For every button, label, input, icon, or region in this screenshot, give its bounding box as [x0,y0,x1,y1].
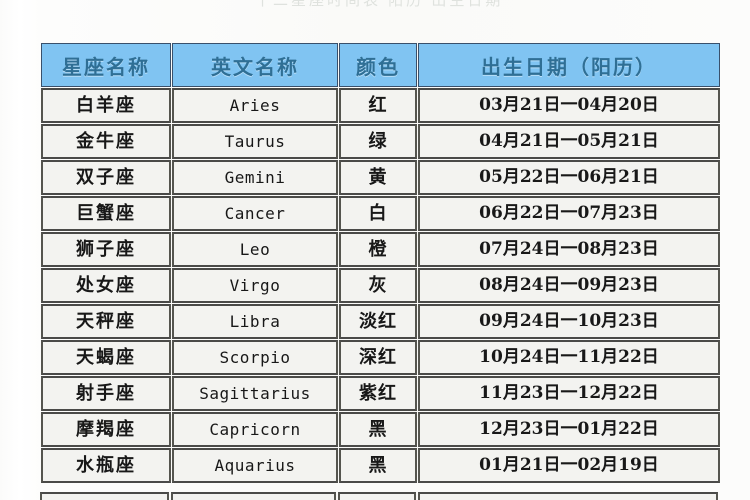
cell-date: 03月21日一04月20日 [418,88,720,123]
cell-color: 紫红 [339,376,417,411]
table-row: 金牛座 Taurus 绿 04月21日一05月21日 [41,124,720,159]
cell-en: Capricorn [172,412,338,447]
cell-color: 淡红 [339,304,417,339]
cell-color: 深红 [339,340,417,375]
page-root: 十二星座时间表 阳历 出生日期 星座名称 英文名称 颜色 出生日期（阳历） 白羊… [0,0,750,500]
header-row: 星座名称 英文名称 颜色 出生日期（阳历） [41,43,720,87]
cell-en: Aquarius [172,448,338,483]
top-cut-headline: 十二星座时间表 阳历 出生日期 [0,0,750,16]
cell-en: Taurus [172,124,338,159]
cell-color: 黑 [339,448,417,483]
table-body: 白羊座 Aries 红 03月21日一04月20日 金牛座 Taurus 绿 04月21日一0… [41,88,720,483]
column-header-name: 星座名称 [41,43,171,87]
cell-en: Cancer [172,196,338,231]
cell-date: 09月24日一10月23日 [418,304,720,339]
top-cut-headline-text: 十二星座时间表 阳历 出生日期 [255,0,504,9]
table-row: 处女座 Virgo 灰 08月24日一09月23日 [41,268,720,303]
clipped-cell-color [338,492,416,500]
cell-name: 天蝎座 [41,340,171,375]
cell-name: 水瓶座 [41,448,171,483]
table-row: 摩羯座 Capricorn 黑 12月23日一01月22日 [41,412,720,447]
column-header-date: 出生日期（阳历） [418,43,720,87]
cell-color: 橙 [339,232,417,267]
cell-name: 处女座 [41,268,171,303]
table-row: 巨蟹座 Cancer 白 06月22日一07月23日 [41,196,720,231]
cell-en: Sagittarius [172,376,338,411]
column-header-color: 颜色 [339,43,417,87]
cell-color: 灰 [339,268,417,303]
cell-date: 04月21日一05月21日 [418,124,720,159]
cell-color: 黄 [339,160,417,195]
cell-name: 金牛座 [41,124,171,159]
cell-date: 05月22日一06月21日 [418,160,720,195]
zodiac-table: 星座名称 英文名称 颜色 出生日期（阳历） 白羊座 Aries 红 03月21日一04… [40,42,721,484]
cell-color: 红 [339,88,417,123]
cell-color: 白 [339,196,417,231]
table-row: 双子座 Gemini 黄 05月22日一06月21日 [41,160,720,195]
cell-date: 07月24日一08月23日 [418,232,720,267]
table-row: 天秤座 Libra 淡红 09月24日一10月23日 [41,304,720,339]
cell-name: 双子座 [41,160,171,195]
table-header: 星座名称 英文名称 颜色 出生日期（阳历） [41,43,720,87]
cell-en: Libra [172,304,338,339]
cell-color: 黑 [339,412,417,447]
cell-en: Aries [172,88,338,123]
cell-en: Gemini [172,160,338,195]
cell-name: 射手座 [41,376,171,411]
cell-name: 狮子座 [41,232,171,267]
column-header-english: 英文名称 [172,43,338,87]
cell-en: Scorpio [172,340,338,375]
table-row: 射手座 Sagittarius 紫红 11月23日一12月22日 [41,376,720,411]
cell-date: 11月23日一12月22日 [418,376,720,411]
table-row: 狮子座 Leo 橙 07月24日一08月23日 [41,232,720,267]
cell-name: 摩羯座 [41,412,171,447]
table-row-clipped [40,492,718,500]
table-row: 白羊座 Aries 红 03月21日一04月20日 [41,88,720,123]
cell-en: Virgo [172,268,338,303]
cell-name: 天秤座 [41,304,171,339]
clipped-cell-name [40,492,170,500]
cell-date: 10月24日一11月22日 [418,340,720,375]
cell-en: Leo [172,232,338,267]
cell-date: 01月21日一02月19日 [418,448,720,483]
cell-name: 白羊座 [41,88,171,123]
table-row: 天蝎座 Scorpio 深红 10月24日一11月22日 [41,340,720,375]
cell-date: 06月22日一07月23日 [418,196,720,231]
clipped-cell-english [171,492,337,500]
clipped-cell-date [417,492,718,500]
cell-date: 12月23日一01月22日 [418,412,720,447]
table-row: 水瓶座 Aquarius 黑 01月21日一02月19日 [41,448,720,483]
cell-name: 巨蟹座 [41,196,171,231]
cell-date: 08月24日一09月23日 [418,268,720,303]
cell-color: 绿 [339,124,417,159]
